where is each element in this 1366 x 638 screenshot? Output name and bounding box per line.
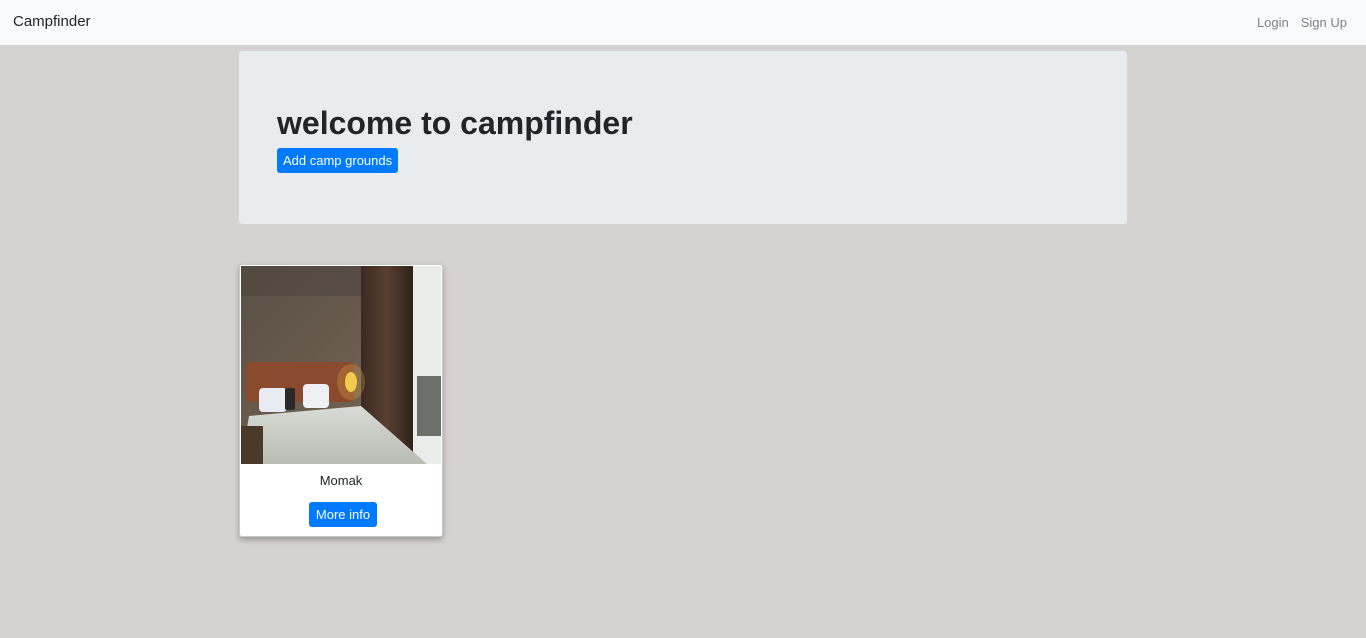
campground-image xyxy=(241,266,441,464)
campground-name: Momak xyxy=(319,473,363,488)
signup-link[interactable]: Sign Up xyxy=(1301,15,1347,30)
navbar: Campfinder Login Sign Up xyxy=(0,0,1366,45)
login-link[interactable]: Login xyxy=(1257,15,1289,30)
nav-links: Login Sign Up xyxy=(1257,15,1347,30)
brand-link[interactable]: Campfinder xyxy=(13,13,91,30)
campground-card: Momak More info xyxy=(239,264,443,537)
page-title: welcome to campfinder xyxy=(277,105,633,141)
add-campground-button[interactable]: Add camp grounds xyxy=(277,148,399,173)
more-info-button[interactable]: More info xyxy=(309,502,377,527)
hero-jumbotron: welcome to campfinder Add camp grounds xyxy=(239,51,1127,224)
